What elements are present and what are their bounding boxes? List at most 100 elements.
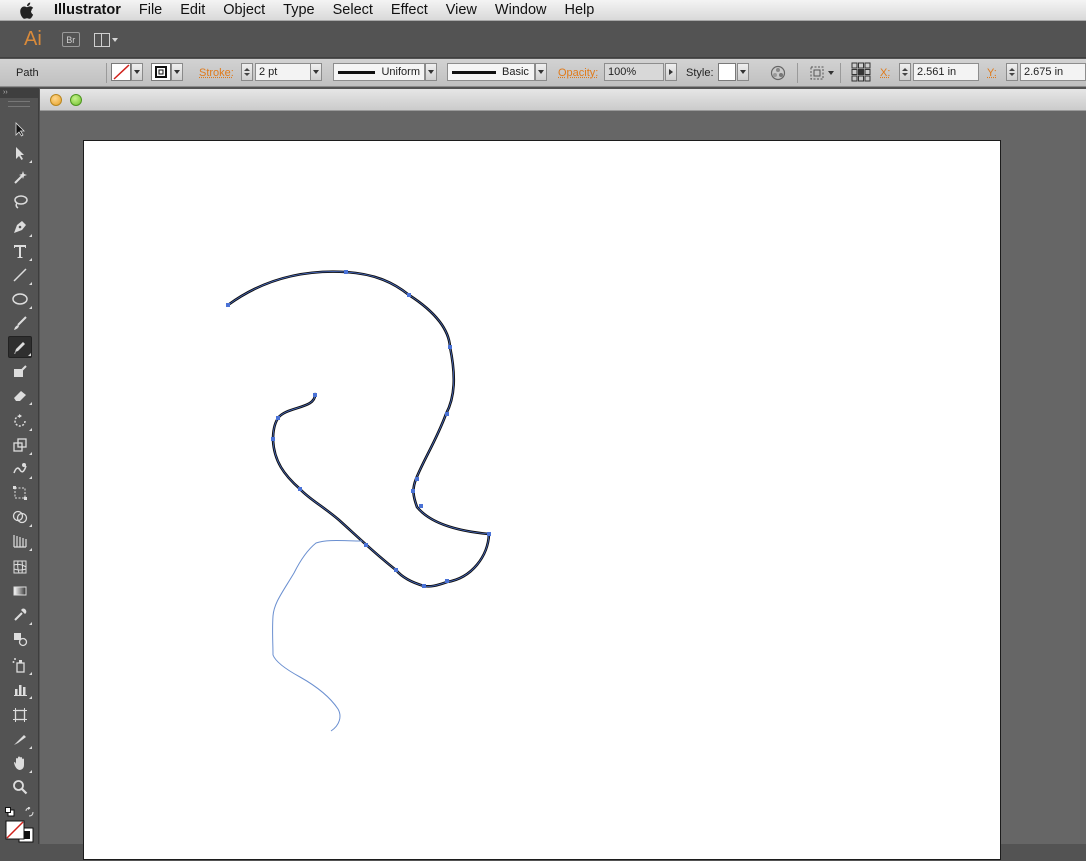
paintbrush-icon xyxy=(12,315,28,331)
brush-definition[interactable]: Basic xyxy=(447,63,535,81)
type-tool[interactable] xyxy=(8,240,32,262)
artboard[interactable] xyxy=(83,140,1001,860)
symbol-sprayer-tool[interactable] xyxy=(8,654,32,676)
artboard-tool[interactable] xyxy=(8,704,32,726)
menu-object[interactable]: Object xyxy=(214,0,274,21)
anchor-point[interactable] xyxy=(298,487,302,491)
selection-tool[interactable] xyxy=(8,118,32,140)
menu-help[interactable]: Help xyxy=(555,0,603,21)
zoom-tool[interactable] xyxy=(8,776,32,798)
hand-tool[interactable] xyxy=(8,752,32,774)
tools-panel: ›› xyxy=(0,88,39,844)
column-graph-tool[interactable] xyxy=(8,678,32,700)
y-label[interactable]: Y: xyxy=(987,63,997,83)
anchor-point[interactable] xyxy=(411,489,415,493)
fill-stroke-indicator[interactable] xyxy=(5,820,37,849)
paintbrush-tool[interactable] xyxy=(8,312,32,334)
y-stepper[interactable] xyxy=(1006,63,1018,81)
artwork-canvas[interactable] xyxy=(84,141,1002,861)
slice-tool[interactable] xyxy=(8,728,32,750)
x-label[interactable]: X: xyxy=(880,63,890,83)
fill-swatch[interactable] xyxy=(111,63,131,81)
menu-edit[interactable]: Edit xyxy=(171,0,214,21)
stroke-dropdown[interactable] xyxy=(171,63,183,81)
selection-type-label: Path xyxy=(16,63,39,83)
chevron-down-icon xyxy=(134,70,140,74)
bridge-button[interactable]: Br xyxy=(62,32,80,47)
close-window-button[interactable] xyxy=(50,94,62,106)
arrow-down-icon xyxy=(1009,73,1015,76)
opacity-flyout[interactable] xyxy=(665,63,677,81)
anchor-point[interactable] xyxy=(419,504,423,508)
stroke-weight-dropdown[interactable] xyxy=(310,63,322,81)
pen-tool[interactable] xyxy=(8,216,32,238)
blend-tool[interactable] xyxy=(8,628,32,650)
anchor-point[interactable] xyxy=(394,568,398,572)
arrange-documents-button[interactable] xyxy=(94,33,118,47)
anchor-point[interactable] xyxy=(448,345,452,349)
menu-effect[interactable]: Effect xyxy=(382,0,437,21)
anchor-point[interactable] xyxy=(271,437,275,441)
stroke-swatch[interactable] xyxy=(151,63,171,81)
brush-dropdown[interactable] xyxy=(535,63,547,81)
anchor-point[interactable] xyxy=(344,270,348,274)
graphic-style-swatch[interactable] xyxy=(718,63,736,81)
menu-app-name[interactable]: Illustrator xyxy=(54,0,130,21)
opacity-label[interactable]: Opacity: xyxy=(558,63,598,83)
anchor-point[interactable] xyxy=(422,584,426,588)
eyedropper-icon xyxy=(12,607,28,623)
eyedropper-tool[interactable] xyxy=(8,604,32,626)
lasso-tool[interactable] xyxy=(8,190,32,212)
blob-brush-tool[interactable] xyxy=(8,360,32,382)
anchor-point[interactable] xyxy=(313,393,317,397)
tools-panel-collapse[interactable]: ›› xyxy=(0,88,38,98)
variable-width-dropdown[interactable] xyxy=(425,63,437,81)
warp-tool[interactable] xyxy=(8,458,32,480)
anchor-point[interactable] xyxy=(226,303,230,307)
anchor-point[interactable] xyxy=(445,412,449,416)
scale-tool[interactable] xyxy=(8,434,32,456)
opacity-input[interactable]: 100% xyxy=(604,63,664,81)
stroke-label[interactable]: Stroke: xyxy=(199,63,234,83)
perspective-grid-tool[interactable] xyxy=(8,530,32,552)
selected-path[interactable] xyxy=(228,272,489,587)
magic-wand-tool[interactable] xyxy=(8,166,32,188)
menu-window[interactable]: Window xyxy=(486,0,556,21)
rotate-tool[interactable] xyxy=(8,410,32,432)
minimize-window-button[interactable] xyxy=(70,94,82,106)
x-stepper[interactable] xyxy=(899,63,911,81)
shape-builder-tool[interactable] xyxy=(8,506,32,528)
direct-selection-tool[interactable] xyxy=(8,142,32,164)
y-input[interactable]: 2.675 in xyxy=(1020,63,1086,81)
menu-type[interactable]: Type xyxy=(274,0,323,21)
variable-width-profile[interactable]: Uniform xyxy=(333,63,425,81)
menu-view[interactable]: View xyxy=(437,0,486,21)
recolor-artwork-button[interactable] xyxy=(770,65,786,84)
eraser-tool[interactable] xyxy=(8,384,32,406)
anchor-point[interactable] xyxy=(487,532,491,536)
free-transform-tool[interactable] xyxy=(8,482,32,504)
fill-dropdown[interactable] xyxy=(131,63,143,81)
graphic-style-dropdown[interactable] xyxy=(737,63,749,81)
line-segment-tool[interactable] xyxy=(8,264,32,286)
chevron-down-icon xyxy=(174,70,180,74)
align-to-button[interactable] xyxy=(809,65,834,81)
anchor-point[interactable] xyxy=(407,293,411,297)
tools-panel-grip[interactable] xyxy=(8,101,30,107)
stroke-weight-input[interactable]: 2 pt xyxy=(255,63,311,81)
apple-icon[interactable] xyxy=(18,1,36,19)
stroke-weight-stepper[interactable] xyxy=(241,63,253,81)
reference-point-button[interactable] xyxy=(851,62,871,85)
menu-file[interactable]: File xyxy=(130,0,171,21)
anchor-point[interactable] xyxy=(415,477,419,481)
gradient-tool[interactable] xyxy=(8,580,32,602)
menu-select[interactable]: Select xyxy=(324,0,382,21)
ellipse-tool[interactable] xyxy=(8,288,32,310)
anchor-point[interactable] xyxy=(276,416,280,420)
pencil-tool[interactable] xyxy=(8,336,32,358)
pasteboard[interactable] xyxy=(40,111,1086,844)
anchor-point[interactable] xyxy=(445,579,449,583)
mesh-tool[interactable] xyxy=(8,556,32,578)
x-input[interactable]: 2.561 in xyxy=(913,63,979,81)
anchor-point[interactable] xyxy=(364,543,368,547)
